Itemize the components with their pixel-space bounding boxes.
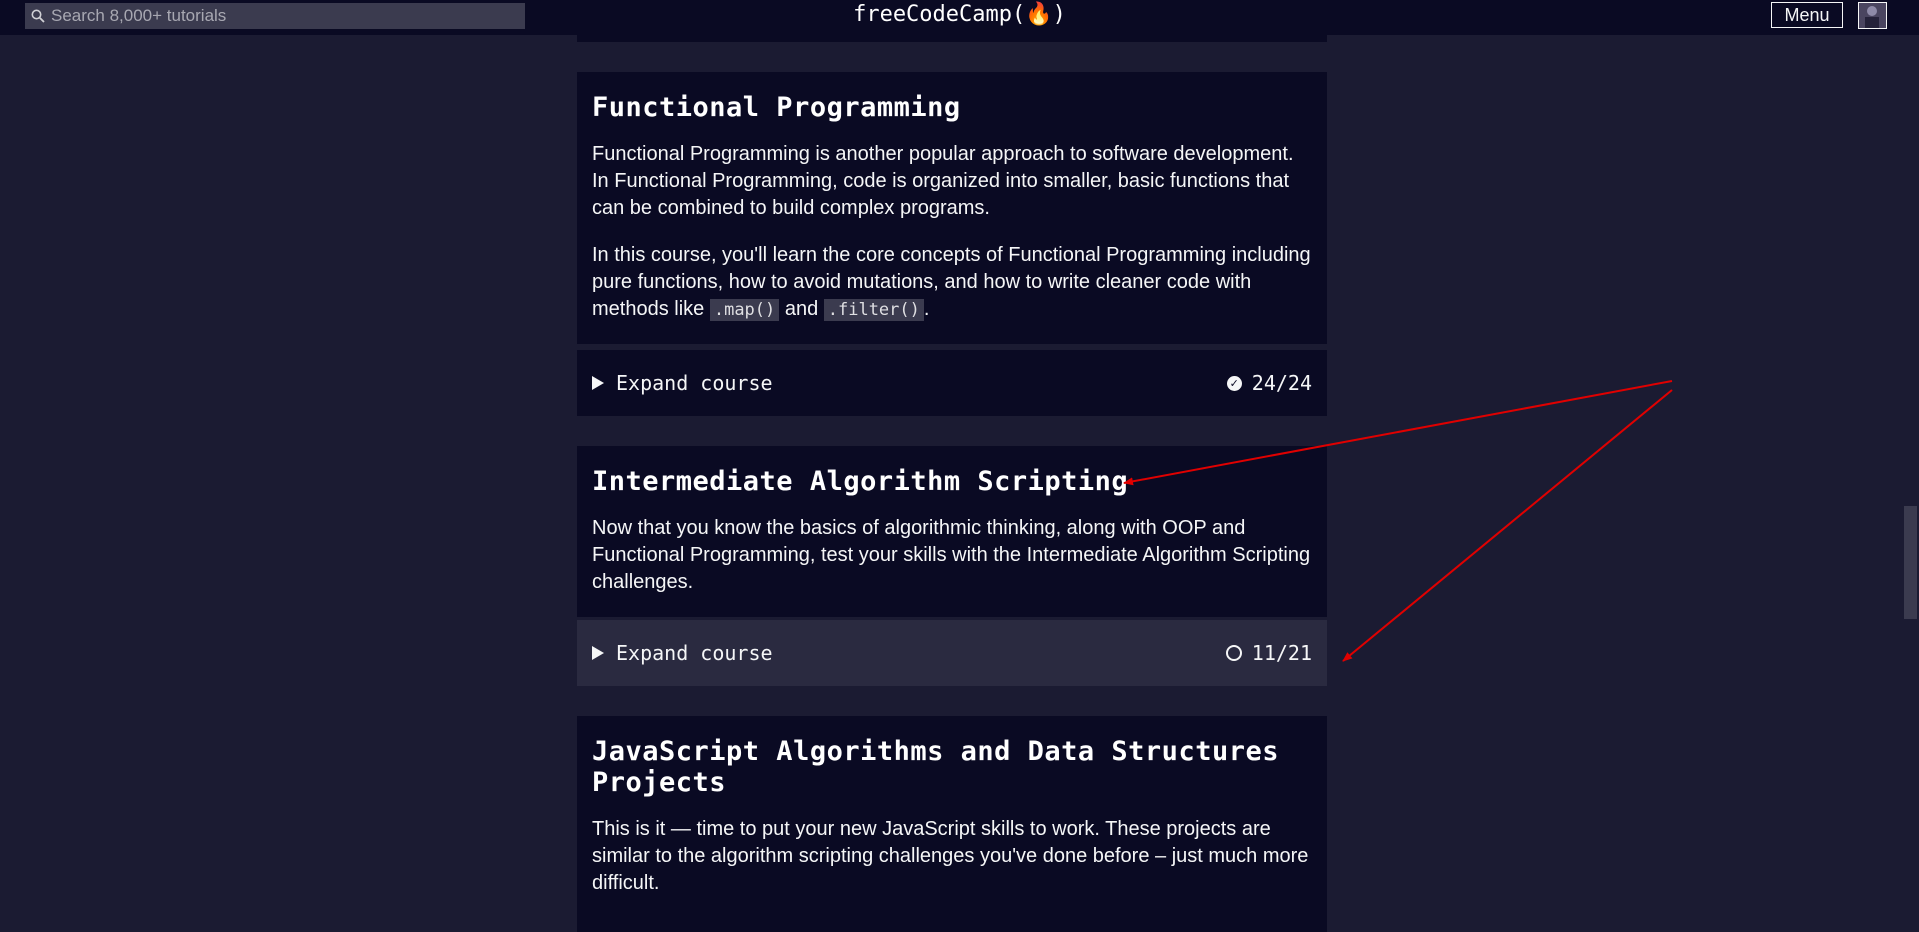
course-progress: 11/21 (1225, 641, 1312, 665)
description-text: and (779, 298, 824, 320)
course-title[interactable]: Intermediate Algorithm Scripting (592, 466, 1312, 497)
menu-button[interactable]: Menu (1771, 2, 1843, 28)
description-text: In this course, you'll learn the core co… (592, 244, 1311, 320)
scrollbar-track[interactable] (1902, 35, 1919, 932)
expand-triangle-icon (592, 646, 604, 660)
course-title[interactable]: Functional Programming (592, 92, 1312, 123)
course-description: Now that you know the basics of algorith… (592, 517, 1311, 593)
previous-card-bottom (577, 35, 1327, 42)
search-input[interactable] (51, 6, 511, 26)
search-box[interactable] (25, 3, 525, 29)
progress-count: 24/24 (1251, 371, 1312, 395)
expand-course-label[interactable]: Expand course (616, 371, 773, 395)
navbar: freeCodeCamp(🔥) Menu (0, 0, 1919, 35)
course-description-2: In this course, you'll learn the core co… (592, 242, 1312, 324)
course-description: This is it — time to put your new JavaSc… (592, 818, 1309, 894)
search-icon (25, 3, 51, 29)
incomplete-circle-icon (1225, 645, 1242, 661)
course-card-js-projects: JavaScript Algorithms and Data Structure… (577, 716, 1327, 932)
progress-count: 11/21 (1251, 641, 1312, 665)
code-map: .map() (709, 299, 780, 321)
code-filter: .filter() (823, 299, 924, 321)
course-progress: ✓ 24/24 (1226, 371, 1312, 395)
expand-triangle-icon (592, 376, 604, 390)
expand-course-bar[interactable]: Expand course ✓ 24/24 (577, 350, 1327, 416)
expand-course-bar[interactable]: Expand course 11/21 (577, 620, 1327, 686)
course-card-functional-programming: Functional Programming Functional Progra… (577, 72, 1327, 344)
description-text: . (923, 298, 930, 320)
fcc-logo[interactable]: freeCodeCamp(🔥) (853, 2, 1066, 27)
check-circle-icon: ✓ (1226, 375, 1242, 391)
course-title[interactable]: JavaScript Algorithms and Data Structure… (592, 736, 1292, 798)
course-card-intermediate-algorithm-scripting: Intermediate Algorithm Scripting Now tha… (577, 446, 1327, 617)
scrollbar-thumb[interactable] (1904, 506, 1917, 619)
course-description: Functional Programming is another popula… (592, 143, 1294, 219)
expand-course-label[interactable]: Expand course (616, 641, 773, 665)
arrow-to-progress (1342, 389, 1673, 662)
avatar[interactable] (1858, 2, 1887, 29)
